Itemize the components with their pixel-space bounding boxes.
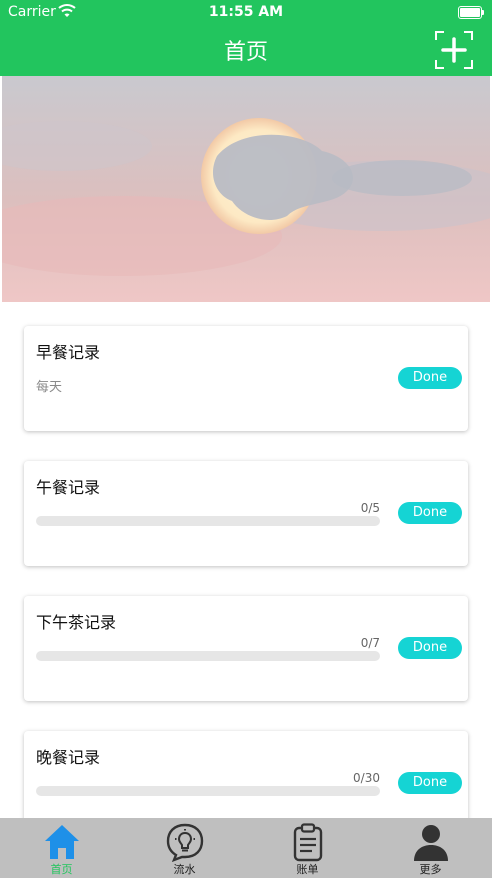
tab-home[interactable]: 首页 [0, 818, 123, 878]
progress-bar [36, 786, 380, 796]
tab-more[interactable]: 更多 [369, 818, 492, 878]
add-scan-button[interactable] [434, 30, 474, 70]
progress-count: 0/7 [360, 636, 380, 650]
done-button[interactable]: Done [398, 637, 462, 659]
status-bar: Carrier 11:55 AM [0, 0, 492, 24]
person-icon [414, 825, 448, 861]
tab-bar: 首页 流水 账单 更多 [0, 818, 492, 878]
tab-label: 首页 [50, 863, 73, 876]
status-time: 11:55 AM [208, 4, 284, 20]
done-button[interactable]: Done [398, 502, 462, 524]
banner-image [2, 76, 490, 302]
done-button[interactable]: Done [398, 367, 462, 389]
card-title: 下午茶记录 [36, 613, 117, 632]
clipboard-icon [293, 823, 323, 862]
tab-label: 账单 [296, 863, 319, 876]
progress-bar [36, 516, 380, 526]
progress-count: 0/30 [353, 771, 380, 785]
nav-bar: 首页 [0, 24, 492, 76]
progress-count: 0/5 [360, 501, 380, 515]
done-button[interactable]: Done [398, 772, 462, 794]
card-title: 晚餐记录 [36, 748, 101, 767]
card-title: 早餐记录 [36, 343, 101, 362]
tab-label: 流水 [173, 863, 196, 876]
tab-bill[interactable]: 账单 [246, 818, 369, 878]
tab-label: 更多 [419, 863, 442, 876]
home-icon [45, 825, 79, 859]
moon-sky-image [2, 76, 490, 302]
page-title: 首页 [223, 40, 268, 65]
tab-flow[interactable]: 流水 [123, 818, 246, 878]
lightbulb-chat-icon [166, 823, 204, 862]
card-breakfast[interactable]: 早餐记录 每天 Done [24, 326, 468, 431]
card-lunch[interactable]: 午餐记录 0/5 Done [24, 461, 468, 566]
progress-bar [36, 651, 380, 661]
card-title: 午餐记录 [36, 478, 101, 497]
battery-icon [458, 6, 484, 19]
card-afternoon-tea[interactable]: 下午茶记录 0/7 Done [24, 596, 468, 701]
card-frequency: 每天 [36, 380, 63, 395]
